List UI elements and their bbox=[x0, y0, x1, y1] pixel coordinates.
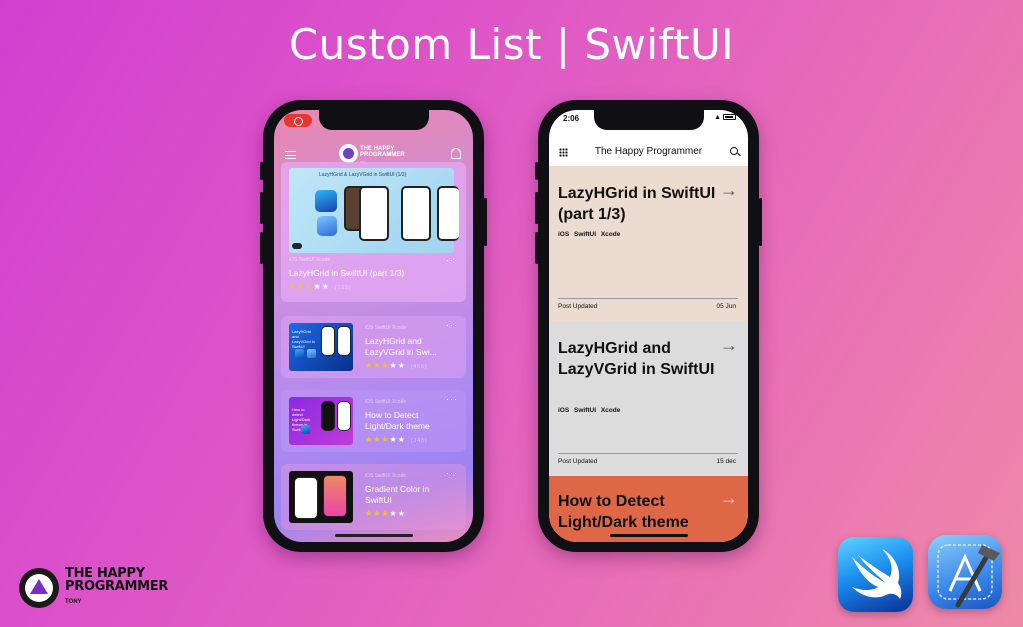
right-phone: 2:06 ▲ The Happy Programmer LazyHGrid in… bbox=[535, 100, 762, 552]
featured-tags: iOS SwiftUI Xcode bbox=[289, 257, 331, 263]
right-screen: 2:06 ▲ The Happy Programmer LazyHGrid in… bbox=[549, 110, 748, 542]
post-updated-label: Post Updated bbox=[558, 303, 598, 310]
featured-title: LazyHGrid in SwiftUI (part 1/3) bbox=[289, 268, 405, 278]
post-date: 15 dec bbox=[716, 458, 736, 465]
item-thumbnail: LazyHGrid and LazyVGrid in SwiftUI bbox=[289, 323, 353, 371]
rating-stars: ★★★★★ bbox=[365, 509, 406, 518]
more-icon[interactable]: ··· bbox=[446, 320, 458, 330]
post-card[interactable]: LazyHGrid in SwiftUI (part 1/3) → iOS Sw… bbox=[549, 166, 748, 321]
post-title: How to Detect Light/Dark theme bbox=[558, 493, 689, 531]
item-thumbnail bbox=[289, 471, 353, 523]
item-thumbnail: How to detect Light/Dark theme in SwiftU… bbox=[289, 397, 353, 445]
menu-icon[interactable] bbox=[285, 151, 296, 159]
status-time: 2:06 bbox=[563, 114, 580, 123]
post-tags: iOS SwiftUI Xcode bbox=[558, 407, 621, 414]
rating-stars: ★★★★★ (123) bbox=[289, 282, 352, 291]
list-item[interactable]: LazyHGrid and LazyVGrid in SwiftUI iOS S… bbox=[281, 316, 466, 378]
bell-icon[interactable] bbox=[451, 148, 461, 159]
brand-logo bbox=[19, 568, 59, 608]
more-icon[interactable]: ··· bbox=[446, 255, 458, 265]
item-title: Gradient Color in SwiftUI bbox=[365, 484, 430, 505]
left-phone: THE HAPPY PROGRAMMERtony LazyHGrid & Laz… bbox=[260, 100, 487, 552]
left-screen: THE HAPPY PROGRAMMERtony LazyHGrid & Laz… bbox=[274, 110, 473, 542]
more-icon[interactable]: ··· bbox=[446, 468, 458, 478]
item-title: LazyHGrid and LazyVGrid in Swi... bbox=[365, 336, 437, 357]
arrow-right-icon[interactable]: → bbox=[720, 335, 738, 356]
post-card[interactable]: LazyHGrid and LazyVGrid in SwiftUI → iOS… bbox=[549, 321, 748, 476]
featured-thumbnail: LazyHGrid & LazyVGrid in SwiftUI (1/3) bbox=[289, 168, 459, 253]
list-item[interactable]: iOS SwiftUI Xcode ··· Gradient Color in … bbox=[281, 464, 466, 530]
arrow-right-icon[interactable]: → bbox=[720, 180, 738, 201]
xcode-icon bbox=[928, 535, 1002, 609]
post-updated-label: Post Updated bbox=[558, 458, 598, 465]
post-date: 05 Jun bbox=[716, 303, 736, 310]
brand-author: TONY bbox=[65, 599, 82, 605]
arrow-right-icon[interactable]: → bbox=[720, 488, 738, 509]
item-tags: iOS SwiftUI Xcode bbox=[365, 325, 407, 331]
post-tags: iOS SwiftUI Xcode bbox=[558, 231, 621, 238]
rating-stars: ★★★★★ (456) bbox=[365, 361, 428, 370]
item-title: How to Detect Light/Dark theme bbox=[365, 410, 430, 431]
app-title: The Happy Programmer bbox=[594, 146, 703, 157]
item-tags: iOS SwiftUI Xcode bbox=[365, 399, 407, 405]
status-icons: ▲ bbox=[714, 114, 736, 121]
brand-logo bbox=[339, 144, 358, 163]
page-title: Custom List | SwiftUI bbox=[288, 20, 735, 69]
rating-stars: ★★★★★ (348) bbox=[365, 435, 428, 444]
item-tags: iOS SwiftUI Xcode bbox=[365, 473, 407, 479]
more-icon[interactable]: ··· bbox=[446, 394, 458, 404]
post-card[interactable]: How to Detect Light/Dark theme → bbox=[549, 476, 748, 542]
swift-icon bbox=[838, 537, 913, 612]
featured-card[interactable]: LazyHGrid & LazyVGrid in SwiftUI (1/3) i… bbox=[281, 162, 466, 302]
list-item[interactable]: How to detect Light/Dark theme in SwiftU… bbox=[281, 390, 466, 452]
brand-name: THE HAPPY PROGRAMMER bbox=[65, 566, 169, 594]
post-title: LazyHGrid in SwiftUI (part 1/3) bbox=[558, 185, 716, 223]
search-icon[interactable] bbox=[730, 147, 738, 155]
recording-indicator bbox=[284, 114, 312, 127]
post-title: LazyHGrid and LazyVGrid in SwiftUI bbox=[558, 340, 715, 378]
